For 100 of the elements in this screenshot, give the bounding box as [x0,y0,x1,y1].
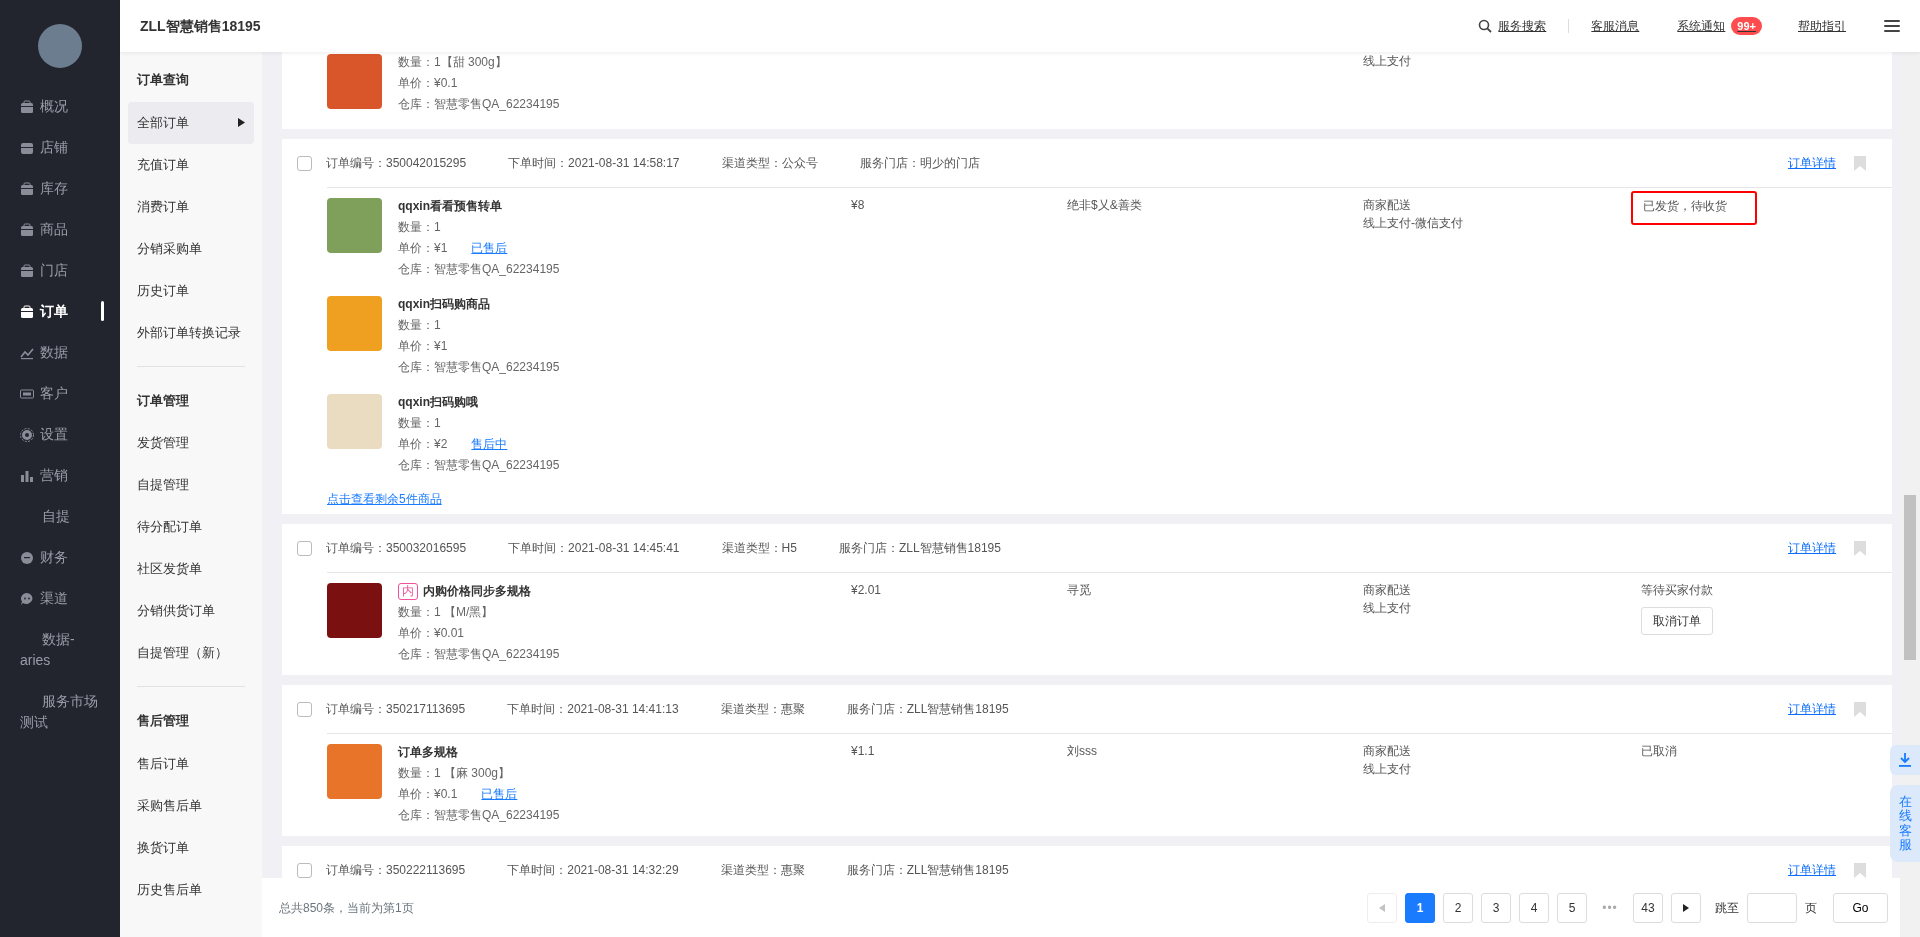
order-details-link[interactable]: 订单详情 [1788,154,1836,172]
download-button[interactable] [1890,745,1920,775]
notifications-link[interactable]: 系统通知 99+ [1677,16,1762,36]
subnav-item[interactable]: 外部订单转换记录 [128,311,254,354]
subnav-heading: 售后管理 [136,712,190,730]
subnav-item[interactable]: 历史售后单 [128,868,254,911]
subnav-item[interactable]: 社区发货单 [128,548,254,590]
gear-icon [20,428,34,442]
page-unit: 页 [1805,899,1817,917]
subnav-item[interactable]: 充值订单 [128,143,254,186]
subnav-heading: 订单管理 [136,391,190,410]
order-checkbox[interactable] [297,862,312,878]
subnav-item[interactable]: 消费订单 [128,185,254,228]
more-products-link[interactable]: 点击查看剩余5件商品 [327,492,442,506]
pagination-summary: 总共850条，当前为第1页 [279,899,414,917]
order-details-link[interactable]: 订单详情 [1788,861,1836,878]
order-checkbox[interactable] [297,155,312,171]
sidebar-item[interactable]: 财务 [0,537,120,578]
product-name: 订单多规格 [398,744,458,761]
after-sale-link[interactable]: 售后中 [471,437,508,451]
sidebar-item[interactable]: 渠道 [0,578,120,619]
sidebar-item[interactable]: 库存 [0,168,120,209]
product-quantity: 数量：1 【M/黑】 [398,604,495,621]
channel-type: 渠道类型：H5 [721,540,797,557]
jump-label: 跳至 [1715,899,1739,917]
sidebar-item[interactable]: 服务市场测试 [0,681,120,743]
sidebar-item[interactable]: 订单 [0,291,120,332]
sidebar-item[interactable]: 概况 [0,86,120,127]
subnav-item[interactable]: 历史订单 [128,269,254,312]
unit-price: 单价：¥0.01 [398,626,465,640]
scrollbar[interactable] [1900,52,1920,937]
search-link[interactable]: 服务搜索 [1478,17,1547,35]
active-indicator [101,301,104,321]
cancel-order-button[interactable]: 取消订单 [1641,607,1713,635]
order-status: 已取消 [1640,743,1678,760]
briefcase-icon [20,100,34,114]
search-icon [1478,19,1493,33]
sidebar-item[interactable]: 店铺 [0,127,120,168]
page-number-field[interactable] [1747,892,1797,923]
page-button[interactable]: 2 [1443,892,1473,923]
buyer-name: 绝非$乂&善类 [1067,198,1142,212]
coin-icon [20,551,34,565]
product-quantity: 数量：1 [398,219,442,236]
menu-icon [1884,19,1900,33]
subnav-item[interactable]: 发货管理 [128,422,254,464]
internal-tag: 内 [398,583,418,600]
order-details-link[interactable]: 订单详情 [1788,539,1836,557]
product-quantity: 数量：1 【麻 300g】 [398,765,512,782]
next-page-button[interactable] [1671,892,1701,923]
sidebar-item[interactable]: 数据 [0,332,120,373]
sidebar-item[interactable]: 门店 [0,250,120,291]
subnav-item[interactable]: 待分配订单 [128,506,254,548]
subnav-item[interactable]: 全部订单 [128,101,254,144]
bar-chart-icon [20,469,34,483]
delivery-info: 线上支付 [1363,53,1412,70]
order-number: 订单编号：350217113695 [326,701,466,718]
page-button[interactable]: 1 [1405,892,1435,923]
subnav-item[interactable]: 自提管理 [128,464,254,506]
sidebar-item[interactable]: 营销 [0,455,120,496]
briefcase-icon [20,264,34,278]
warehouse: 仓库：智慧零售QA_62234195 [398,646,560,663]
order-checkbox[interactable] [297,540,312,556]
scrollbar-thumb[interactable] [1904,495,1916,660]
subnav-item[interactable]: 自提管理（新） [128,632,254,674]
go-button[interactable]: Go [1833,892,1888,923]
sidebar-item[interactable]: 自提 [0,496,120,537]
menu-button[interactable] [1884,19,1900,33]
download-icon [1899,753,1911,767]
sidebar-item[interactable]: 客户 [0,373,120,414]
after-sale-link[interactable]: 已售后 [471,241,508,255]
subnav-item[interactable]: 采购售后单 [128,784,254,827]
page-button[interactable]: 43 [1633,892,1663,923]
channel-type: 渠道类型：公众号 [721,155,818,172]
help-link[interactable]: 帮助指引 [1798,17,1846,35]
product-photo [327,198,382,253]
subnav-item[interactable]: 分销采购单 [128,227,254,270]
bookmark-icon [1854,540,1866,556]
after-sale-link[interactable]: 已售后 [481,787,518,801]
warehouse: 仓库：智慧零售QA_62234195 [398,96,560,113]
right-triangle-icon [1683,903,1689,912]
page-button[interactable]: 4 [1519,892,1549,923]
page-button[interactable]: 5 [1557,892,1587,923]
delivery-info: 商家配送 [1363,197,1412,214]
sidebar-item[interactable]: 商品 [0,209,120,250]
subnav-item[interactable]: 分销供货订单 [128,590,254,632]
order-time: 下单时间：2021-08-31 14:32:29 [507,862,679,878]
service-store: 服务门店：ZLL智慧销售18195 [846,701,1009,718]
delivery-info: 线上支付 [1363,761,1412,778]
subnav-item[interactable]: 换货订单 [128,826,254,869]
unit-price: 单价：¥1 [398,241,448,255]
service-store: 服务门店：ZLL智慧销售18195 [846,862,1009,878]
subnav-item[interactable]: 售后订单 [128,742,254,785]
page-button[interactable]: 3 [1481,892,1511,923]
notification-count: 99+ [1731,16,1762,36]
sidebar-item[interactable]: 数据-aries [0,619,120,681]
order-details-link[interactable]: 订单详情 [1788,700,1836,718]
order-checkbox[interactable] [297,701,312,717]
service-messages-link[interactable]: 客服消息 [1591,17,1640,35]
sidebar-item[interactable]: 设置 [0,414,120,455]
warehouse: 仓库：智慧零售QA_62234195 [398,359,560,376]
